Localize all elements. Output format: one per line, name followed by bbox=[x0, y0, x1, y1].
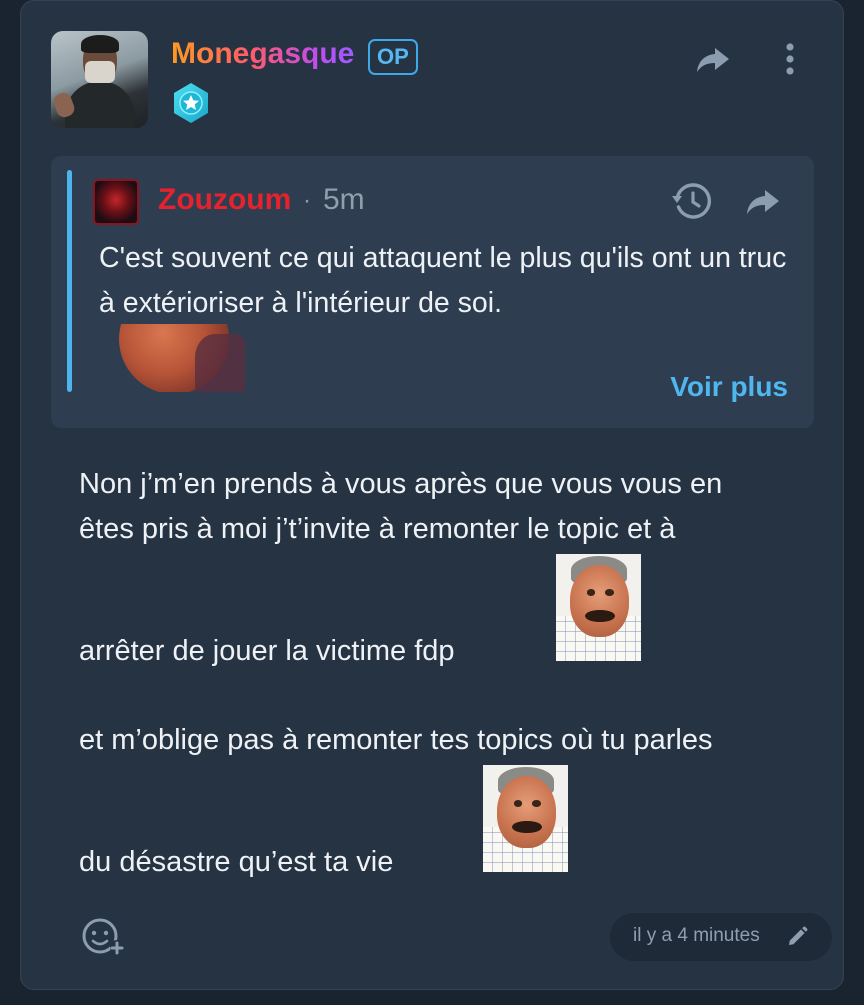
message-line: du désastre qu’est ta vie bbox=[79, 846, 394, 878]
edited-timestamp[interactable]: il y a 4 minutes bbox=[610, 913, 832, 961]
edited-label: il y a 4 minutes bbox=[633, 925, 760, 946]
more-vertical-icon[interactable] bbox=[773, 41, 807, 77]
sticker-image bbox=[556, 554, 641, 661]
sticker-image bbox=[483, 765, 568, 872]
quote-accent-bar bbox=[67, 170, 72, 392]
op-badge: OP bbox=[368, 39, 418, 75]
quote-author-name[interactable]: Zouzoum bbox=[158, 183, 291, 217]
pencil-icon bbox=[789, 926, 808, 945]
quote-text: C'est souvent ce qui attaquent le plus q… bbox=[99, 242, 787, 319]
quote-separator: · bbox=[303, 187, 311, 214]
message-line: êtes pris à moi j’t’invite à remonter le… bbox=[79, 513, 676, 545]
message-line: et m’oblige pas à remonter tes topics où… bbox=[79, 724, 713, 756]
author-avatar[interactable] bbox=[51, 31, 148, 128]
author-name[interactable]: Monegasque bbox=[171, 37, 354, 71]
quoted-message[interactable]: Zouzoum · 5m C'est souvent ce qui attaqu… bbox=[51, 156, 814, 428]
star-badge-icon bbox=[174, 83, 208, 123]
history-icon[interactable] bbox=[671, 181, 713, 221]
quote-author-avatar[interactable] bbox=[93, 179, 139, 225]
message-line: arrêter de jouer la victime fdp bbox=[79, 635, 455, 667]
quote-sticker-image bbox=[111, 324, 246, 392]
quote-share-icon[interactable] bbox=[745, 186, 781, 218]
see-more-link[interactable]: Voir plus bbox=[670, 371, 788, 403]
post-card: Monegasque OP Zouzoum · 5m C'est souvent… bbox=[20, 0, 844, 990]
add-reaction-icon[interactable] bbox=[80, 916, 126, 958]
quote-timestamp: 5m bbox=[323, 183, 365, 216]
message-line: Non j’m’en prends à vous après que vous … bbox=[79, 468, 723, 500]
share-icon[interactable] bbox=[695, 44, 731, 76]
